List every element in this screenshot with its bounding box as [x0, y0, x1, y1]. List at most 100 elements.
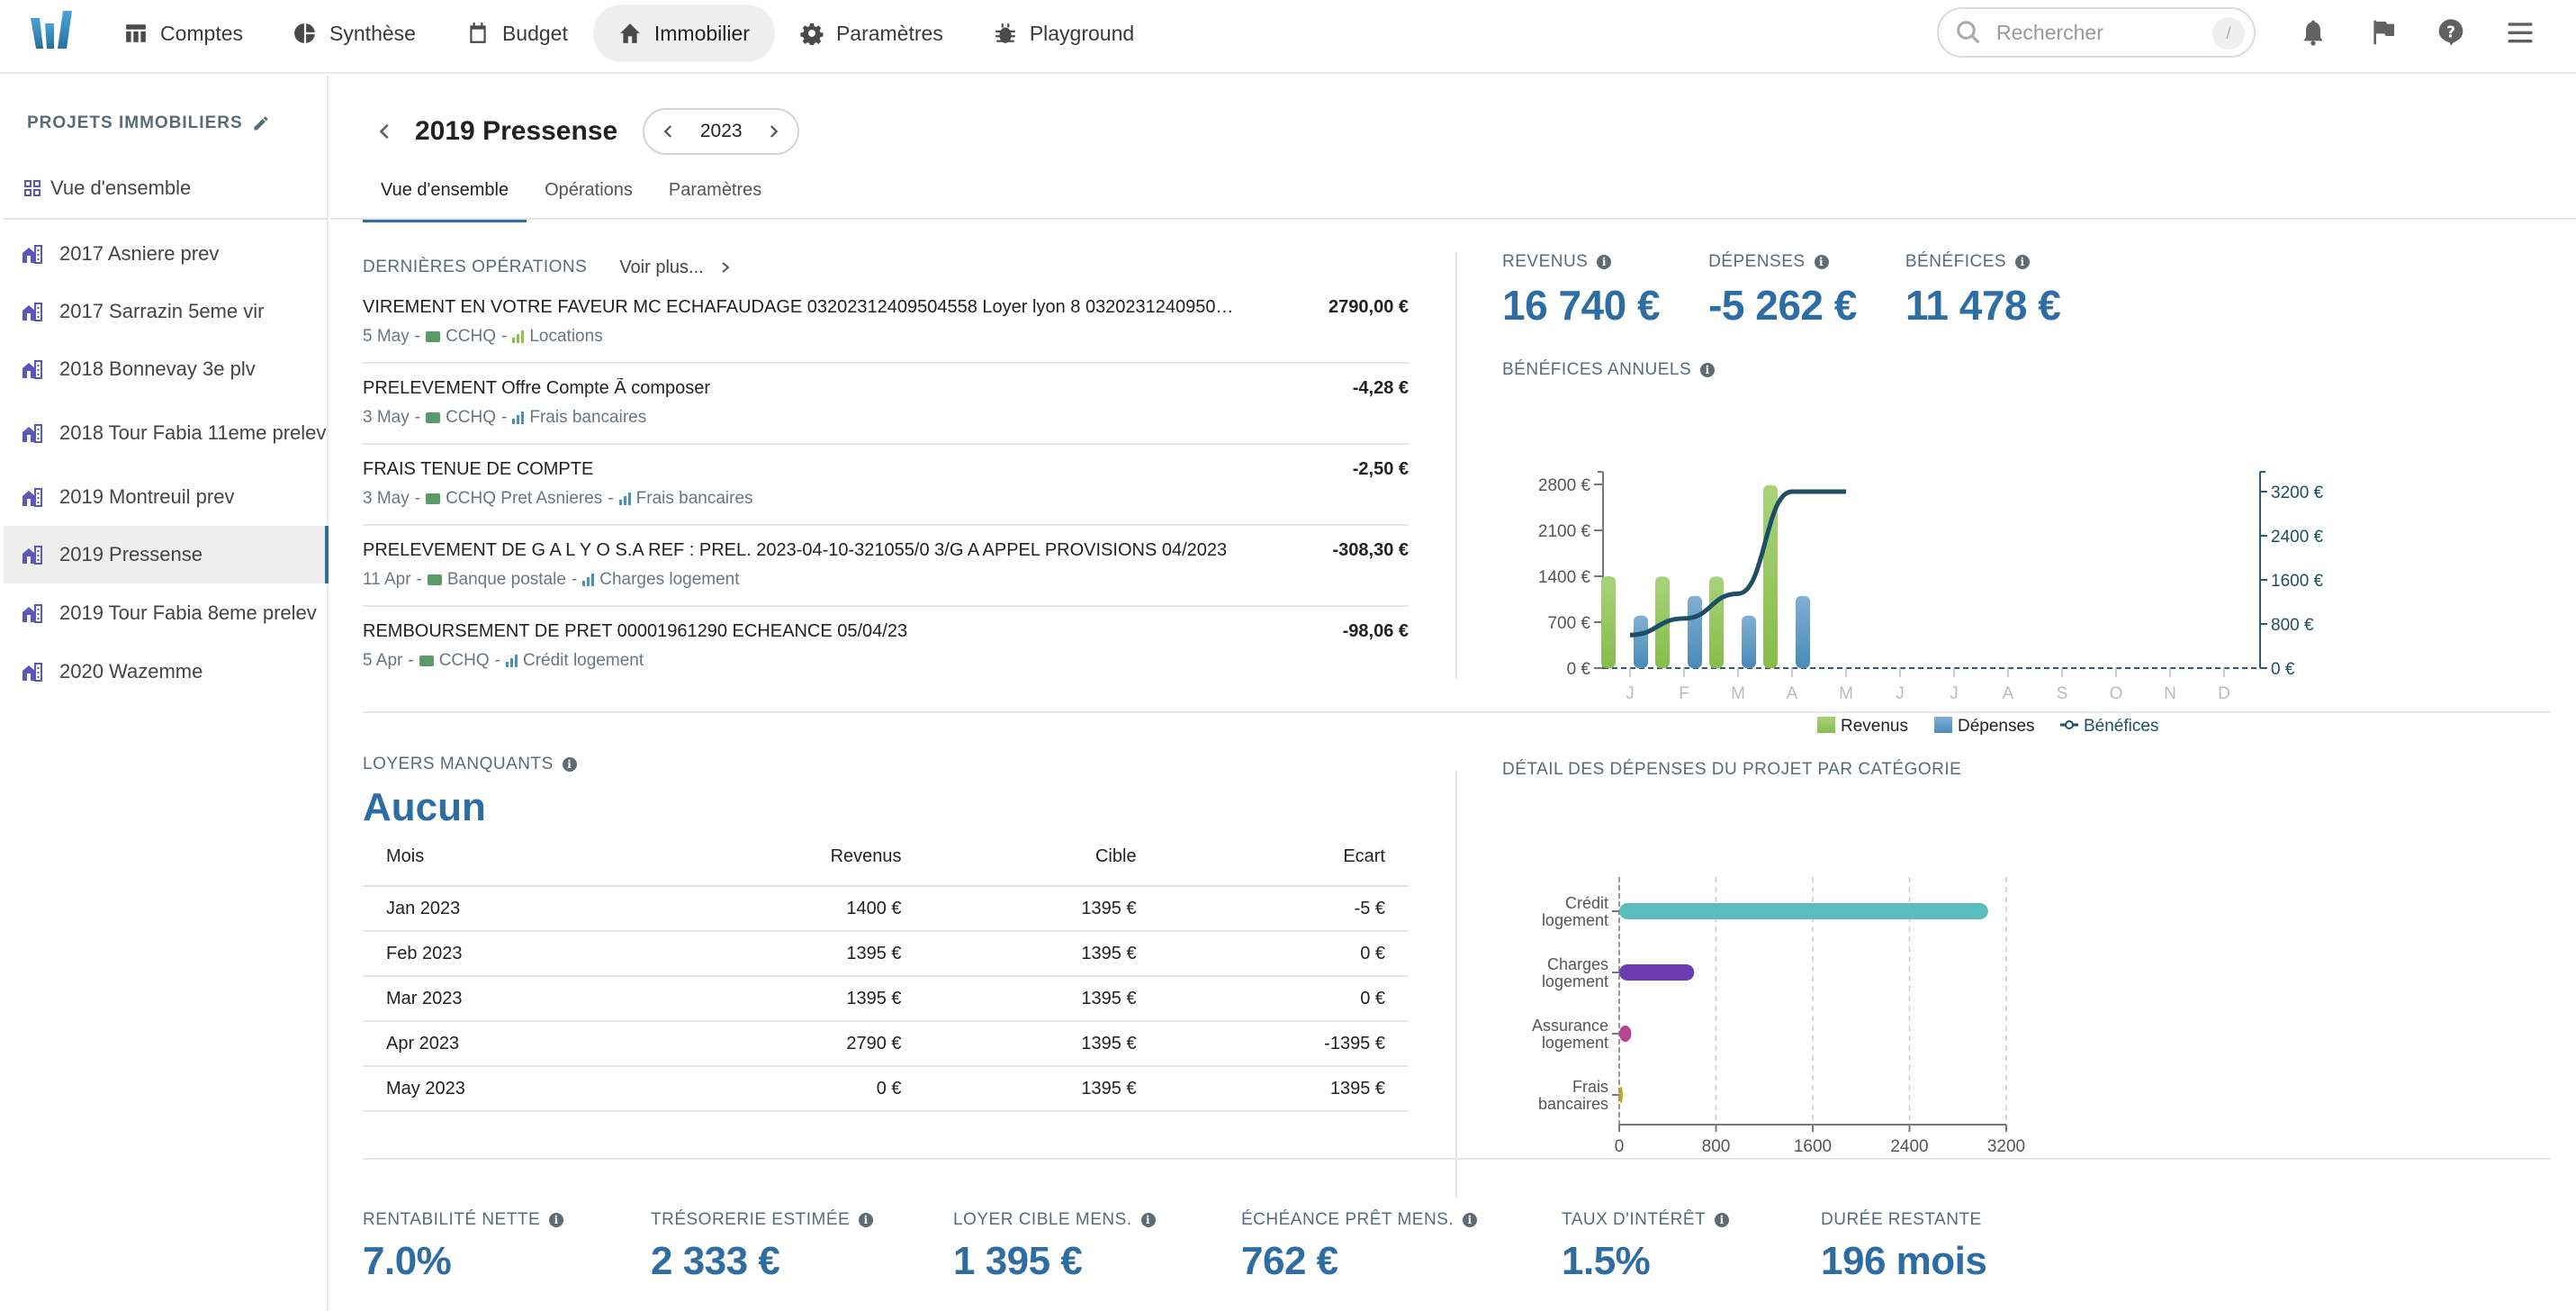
- operation-category[interactable]: Crédit logement: [523, 651, 644, 671]
- info-icon[interactable]: i: [1140, 1213, 1156, 1227]
- sidebar-item-project[interactable]: 2019 Montreuil prev: [4, 468, 329, 526]
- tab-settings[interactable]: Paramètres: [651, 169, 779, 222]
- operation-category[interactable]: Frais bancaires: [529, 408, 646, 428]
- nav-comptes[interactable]: Comptes: [99, 5, 268, 62]
- operation-account[interactable]: Banque postale: [447, 570, 566, 590]
- kpi-depenses: DÉPENSES i -5 262 €: [1708, 252, 1857, 330]
- operation-label: PRELEVEMENT Offre Compte Ã composer: [363, 378, 711, 398]
- operation-account[interactable]: CCHQ Pret Asnieres: [446, 489, 602, 509]
- sidebar-item-label: 2018 Bonnevay 3e plv: [59, 357, 256, 380]
- operation-account[interactable]: CCHQ: [446, 327, 496, 347]
- operations-header: DERNIÈRES OPÉRATIONS Voir plus...: [363, 252, 1409, 283]
- operation-row[interactable]: FRAIS TENUE DE COMPTE -2,50 € 3 May - CCHQ…: [363, 445, 1409, 526]
- back-chevron-icon[interactable]: [375, 122, 395, 141]
- operation-row[interactable]: REMBOURSEMENT DE PRET 00001961290 ECHEAN…: [363, 607, 1409, 688]
- kpi-value: 11 478 €: [1905, 282, 2061, 329]
- sidebar-item-project[interactable]: 2020 Wazemme: [4, 643, 329, 701]
- category-label-line2: logement: [1542, 911, 1608, 929]
- operation-category[interactable]: Charges logement: [599, 570, 739, 590]
- info-icon[interactable]: i: [1597, 255, 1612, 269]
- sidebar-overview[interactable]: Vue d'ensemble: [23, 176, 191, 200]
- tab-operations[interactable]: Opérations: [527, 169, 651, 222]
- app-logo[interactable]: [29, 9, 77, 54]
- tab-overview[interactable]: Vue d'ensemble: [363, 169, 527, 222]
- operation-amount: -98,06 €: [1342, 621, 1409, 641]
- flag-icon: [2373, 20, 2394, 45]
- operation-date: 3 May: [363, 408, 410, 427]
- sidebar-item-label: 2018 Tour Fabia 11eme prelev: [59, 421, 327, 444]
- operation-date: 3 May: [363, 489, 410, 508]
- main-content: 2019 Pressense 2023 Vue d'ensemble Opéra…: [330, 76, 2576, 1311]
- sidebar-item-project[interactable]: 2017 Asniere prev: [4, 225, 329, 283]
- sidebar-item-label: 2019 Montreuil prev: [59, 485, 235, 508]
- operation-account[interactable]: CCHQ: [446, 408, 496, 428]
- operation-row[interactable]: PRELEVEMENT DE G A L Y O S.A REF : PREL.…: [363, 526, 1409, 607]
- kpi-value: 1.5%: [1562, 1239, 1651, 1283]
- sidebar-item-project[interactable]: 2018 Bonnevay 3e plv: [4, 340, 329, 398]
- help-icon: ?: [2438, 19, 2463, 46]
- search-icon: [1957, 21, 1980, 44]
- operation-category[interactable]: Frais bancaires: [636, 489, 753, 509]
- divider: [1455, 252, 1457, 679]
- next-year-icon[interactable]: [765, 123, 781, 140]
- info-icon[interactable]: i: [2015, 255, 2031, 269]
- account-icon: [426, 493, 441, 504]
- info-icon[interactable]: i: [562, 757, 577, 772]
- svg-text:?: ?: [2446, 23, 2455, 41]
- sidebar-item-project[interactable]: 2017 Sarrazin 5eme vir: [4, 283, 329, 340]
- operation-row[interactable]: PRELEVEMENT Offre Compte Ã composer -4,28…: [363, 364, 1409, 445]
- nav-playground[interactable]: Playground: [968, 5, 1159, 62]
- sidebar-item-label: 2019 Pressense: [59, 543, 203, 565]
- operation-label: PRELEVEMENT DE G A L Y O S.A REF : PREL.…: [363, 540, 1228, 560]
- sidebar: PROJETS IMMOBILIERS Vue d'ensemble 2017 …: [0, 76, 329, 1311]
- info-icon[interactable]: i: [1700, 363, 1716, 377]
- operation-meta: 5 May - CCHQ - Locations: [363, 327, 603, 347]
- sidebar-item-project[interactable]: 2018 Tour Fabia 11eme prelev: [4, 398, 329, 468]
- nav-synthese[interactable]: Synthèse: [268, 5, 441, 62]
- search-input[interactable]: [1996, 20, 2203, 45]
- building-icon: [23, 424, 42, 443]
- x-tick-label: M: [1731, 684, 1745, 703]
- operations-title: DERNIÈRES OPÉRATIONS: [363, 258, 588, 276]
- info-icon[interactable]: i: [1715, 1213, 1730, 1227]
- category-label-line1: Frais: [1572, 1078, 1608, 1096]
- right-tick-label: 2400 €: [2271, 528, 2324, 547]
- operation-row[interactable]: VIREMENT EN VOTRE FAVEUR MC ECHAFAUDAGE …: [363, 283, 1409, 364]
- divider: [1455, 771, 1457, 1198]
- bottom-kpi: RENTABILITÉ NETTE i 7.0%: [363, 1210, 651, 1284]
- nav-immobilier[interactable]: Immobilier: [592, 5, 775, 62]
- nav-parametres[interactable]: Paramètres: [775, 5, 968, 62]
- notifications-button[interactable]: [2297, 16, 2329, 49]
- sidebar-item-project[interactable]: 2019 Tour Fabia 8eme prelev: [4, 583, 329, 643]
- missing-rents-title: LOYERS MANQUANTS: [363, 755, 554, 773]
- operation-category[interactable]: Locations: [529, 327, 602, 347]
- help-button[interactable]: ?: [2435, 16, 2467, 49]
- x-tick-label: J: [1896, 684, 1905, 703]
- prev-year-icon[interactable]: [661, 123, 677, 140]
- info-icon[interactable]: i: [1814, 255, 1829, 269]
- kpi-row: REVENUS i 16 740 € DÉPENSES i -5 262 € BÉN…: [1502, 252, 2061, 330]
- operation-date: 5 Apr: [363, 651, 403, 670]
- flag-button[interactable]: [2367, 16, 2400, 49]
- menu-button[interactable]: [2504, 16, 2536, 49]
- operation-date: 11 Apr: [363, 570, 411, 589]
- operation-label: VIREMENT EN VOTRE FAVEUR MC ECHAFAUDAGE …: [363, 297, 1234, 317]
- rents-table: Mois Revenus Cible Ecart Jan 2023 1400 €1395…: [363, 846, 1409, 1112]
- see-more-link[interactable]: Voir plus...: [619, 258, 730, 278]
- search-box[interactable]: /: [1937, 7, 2256, 58]
- pencil-icon[interactable]: [252, 114, 270, 132]
- nav-budget[interactable]: Budget: [441, 5, 593, 62]
- info-icon[interactable]: i: [1463, 1213, 1478, 1227]
- operation-account[interactable]: CCHQ: [439, 651, 490, 671]
- table-cell: -1395 €: [1159, 1021, 1409, 1067]
- info-icon[interactable]: i: [859, 1213, 874, 1227]
- legend-benefices: Bénéfices: [2084, 717, 2158, 736]
- info-icon[interactable]: i: [549, 1213, 564, 1227]
- kpi-label: LOYER CIBLE MENS.: [953, 1210, 1132, 1229]
- sidebar-item-project[interactable]: 2019 Pressense: [4, 526, 329, 583]
- table-cell: 1395 €: [924, 886, 1160, 932]
- category-icon: [505, 655, 518, 667]
- bar-revenus: [1601, 576, 1616, 668]
- category-icon: [582, 574, 595, 586]
- bottom-kpi: TRÉSORERIE ESTIMÉE i 2 333 €: [651, 1210, 953, 1284]
